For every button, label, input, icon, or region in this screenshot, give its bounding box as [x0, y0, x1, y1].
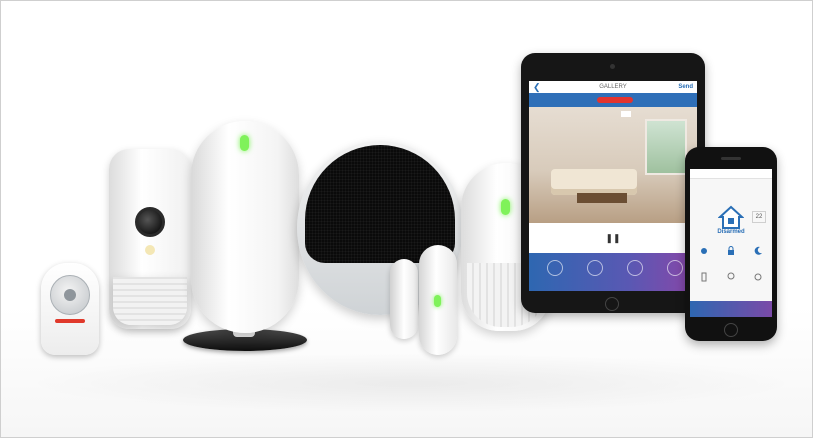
phone-screen: 22 Disarmed	[690, 169, 772, 317]
ceiling-lamp	[621, 111, 631, 117]
coffee-table	[577, 193, 627, 203]
nav-play-icon	[667, 260, 683, 276]
keyfob-remote	[41, 263, 99, 355]
bulb-icon	[727, 272, 735, 280]
camera-motion-lens	[113, 277, 187, 325]
device-shortcut-row	[690, 269, 772, 291]
product-photo-frame: ❮ GALLERY Send ❚❚ 22 Disarmed	[0, 0, 813, 438]
tablet-app-header: ❮ GALLERY Send	[529, 81, 697, 93]
smartphone-device: 22 Disarmed	[685, 147, 777, 341]
phone-bottom-nav	[690, 301, 772, 317]
tablet-alert-pill	[597, 97, 633, 103]
tablet-bottom-nav	[529, 253, 697, 291]
settings-icon	[754, 273, 762, 281]
pause-icon: ❚❚	[529, 223, 697, 253]
house-lock-icon	[718, 205, 744, 229]
tall-sensor-pod	[191, 121, 299, 333]
tablet-camera	[610, 64, 615, 69]
lock-icon	[728, 246, 734, 255]
tablet-screen: ❮ GALLERY Send ❚❚	[529, 81, 697, 291]
indoor-camera-device	[109, 149, 191, 329]
phone-app-header	[690, 169, 772, 179]
tablet-device: ❮ GALLERY Send ❚❚	[521, 53, 705, 313]
camera-light	[145, 245, 155, 255]
phone-home-button	[724, 323, 738, 337]
nav-home-icon	[547, 260, 563, 276]
tablet-home-button	[605, 297, 619, 311]
room-sofa	[551, 169, 637, 195]
nav-bulb-icon	[627, 260, 643, 276]
keyfob-red-strip	[55, 319, 85, 323]
camera-lens	[135, 207, 165, 237]
nav-clock-icon	[587, 260, 603, 276]
temperature-readout: 22	[752, 211, 766, 223]
door-icon	[701, 272, 707, 282]
status-led-icon	[501, 199, 510, 215]
alarm-status-label: Disarmed	[717, 229, 745, 235]
door-sensor-body	[419, 245, 457, 355]
status-led-icon	[240, 135, 249, 151]
living-room-camera-image	[529, 107, 697, 223]
status-led-icon	[434, 295, 441, 307]
door-sensor-magnet	[390, 259, 418, 339]
sun-icon	[701, 248, 707, 254]
room-window	[645, 119, 687, 175]
arm-mode-row	[690, 243, 772, 265]
keyfob-button-pad	[50, 275, 90, 315]
moon-icon	[754, 246, 762, 255]
tablet-send-link: Send	[678, 84, 693, 90]
phone-speaker	[721, 157, 741, 160]
tablet-app-title: GALLERY	[599, 84, 627, 90]
floor-reflection	[21, 353, 801, 413]
tablet-info-band	[529, 93, 697, 107]
